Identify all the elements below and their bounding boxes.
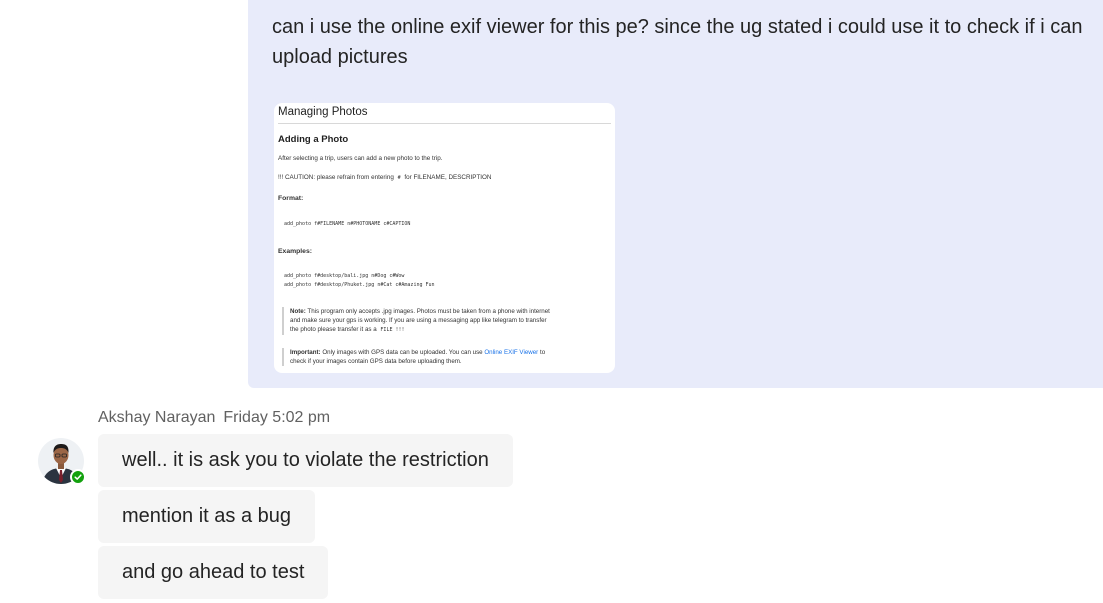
attachment-note: Note: This program only accepts .jpg ima… bbox=[282, 307, 612, 335]
online-exif-viewer-link[interactable]: Online EXIF Viewer bbox=[484, 349, 538, 356]
sender-name[interactable]: Akshay Narayan bbox=[98, 409, 215, 426]
sent-message-text: can i use the online exif viewer for thi… bbox=[272, 16, 1083, 68]
note-code: FILE !!! bbox=[380, 327, 405, 333]
example-2: add_photo f#desktop/Phuket.jpg n#Cat c#A… bbox=[284, 282, 435, 288]
reply-message-3[interactable]: and go ahead to test bbox=[98, 546, 329, 599]
examples-label: Examples: bbox=[278, 248, 313, 255]
attachment-subtitle: Adding a Photo bbox=[278, 134, 349, 145]
presence-available-icon bbox=[70, 469, 86, 485]
note-label: Note: bbox=[290, 308, 306, 315]
important-text-1: Only images with GPS data can be uploade… bbox=[322, 349, 483, 356]
attachment-caution: !!! CAUTION: please refrain from enterin… bbox=[278, 174, 491, 181]
sent-message-bubble[interactable]: can i use the online exif viewer for thi… bbox=[248, 0, 1103, 388]
attachment-title: Managing Photos bbox=[278, 106, 368, 118]
format-code: add_photo f#FILENAME n#PHOTONAME c#CAPTI… bbox=[284, 221, 411, 227]
attachment-intro: After selecting a trip, users can add a … bbox=[278, 155, 443, 162]
note-text-3: the photo please transfer it as a bbox=[290, 326, 377, 333]
message-image-attachment[interactable]: Managing Photos Adding a Photo After sel… bbox=[274, 103, 615, 373]
reply-header: Akshay Narayan Friday 5:02 pm bbox=[98, 409, 330, 427]
message-timestamp: Friday 5:02 pm bbox=[223, 409, 331, 426]
note-text-2: and make sure your gps is working. If yo… bbox=[290, 317, 547, 324]
format-label: Format: bbox=[278, 195, 304, 202]
attachment-divider bbox=[278, 123, 611, 124]
reply-message-1[interactable]: well.. it is ask you to violate the rest… bbox=[98, 434, 513, 487]
attachment-important: Important: Only images with GPS data can… bbox=[282, 348, 612, 366]
caution-suffix: for FILENAME, DESCRIPTION bbox=[404, 174, 492, 181]
note-text-1: This program only accepts .jpg images. P… bbox=[307, 308, 550, 315]
important-text-3: check if your images contain GPS data be… bbox=[290, 358, 462, 365]
reply-message-2[interactable]: mention it as a bug bbox=[98, 490, 315, 543]
important-text-2: to bbox=[539, 349, 546, 356]
caution-prefix: !!! CAUTION: please refrain from enterin… bbox=[278, 174, 394, 181]
caution-code: # bbox=[397, 175, 401, 181]
example-1: add_photo f#desktop/bali.jpg n#Dog c#Wow bbox=[284, 273, 405, 279]
important-label: Important: bbox=[290, 349, 321, 356]
